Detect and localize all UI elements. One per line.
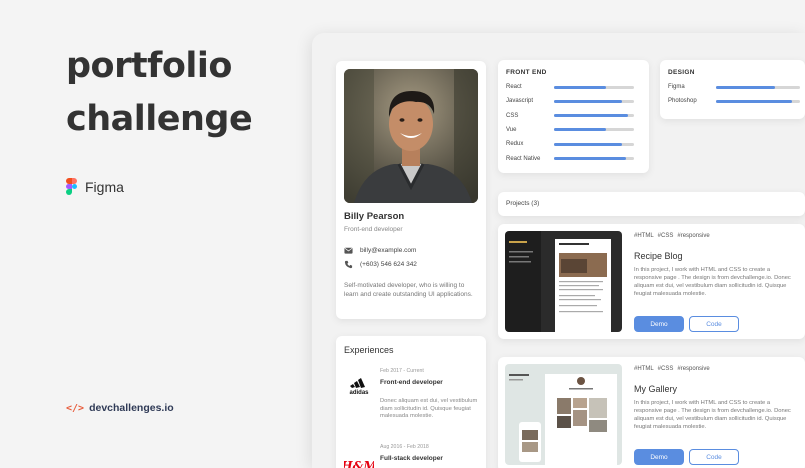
skill-bar — [554, 157, 634, 160]
projects-count: Projects (3) — [506, 200, 540, 207]
project-card: #HTML #CSS #responsive Recipe Blog In th… — [498, 224, 805, 339]
skill-bar-fill — [554, 114, 628, 118]
skill-bar — [554, 128, 634, 132]
tool-label: Figma — [66, 178, 124, 195]
project-description: In this project, I work with HTML and CS… — [634, 400, 791, 430]
portfolio-screen: Billy Pearson Front-end developer billy@… — [312, 33, 805, 468]
brand-link[interactable]: </> devchallenges.io — [66, 402, 174, 414]
project-thumbnail — [505, 364, 622, 465]
project-thumbnail — [505, 231, 622, 332]
profile-name: Billy Pearson — [344, 211, 405, 222]
front-end-skill-row: Vue — [506, 127, 634, 133]
design-skill-row: Figma — [668, 84, 800, 90]
front-end-skills-card: FRONT END React Javascript CSS Vue Redux Reac… — [498, 60, 649, 173]
profile-email[interactable]: billy@example.com — [344, 246, 416, 255]
front-end-skill-row: Redux — [506, 141, 634, 147]
skill-label: Vue — [506, 126, 517, 133]
design-skills-card: DESIGN Figma Photoshop — [660, 60, 805, 119]
project-tag[interactable]: #CSS — [658, 366, 674, 372]
skill-bar-fill — [554, 142, 622, 146]
hm-logo: H&M — [340, 456, 377, 468]
skill-bar-fill — [716, 99, 792, 103]
code-icon: </> — [66, 402, 85, 414]
skill-bar — [554, 85, 634, 89]
skill-bar-fill — [554, 157, 626, 160]
skill-bar — [716, 99, 800, 103]
code-button[interactable]: Code — [689, 449, 739, 465]
skill-label: Redux — [506, 141, 524, 148]
front-end-skill-row: Javascript — [506, 98, 634, 104]
skill-label: Photoshop — [668, 98, 697, 104]
tool-name: Figma — [85, 178, 124, 195]
demo-button[interactable]: Demo — [634, 449, 684, 465]
hm-wordmark: H&M — [344, 459, 374, 468]
brand-name: devchallenges.io — [89, 402, 174, 414]
promo-title-line-2: challenge — [66, 99, 253, 139]
design-heading: DESIGN — [668, 69, 695, 76]
figma-icon — [66, 178, 77, 195]
project-tags: #HTML #CSS #responsive — [634, 233, 710, 239]
project-title: My Gallery — [634, 384, 678, 394]
experiences-card: Experiences adidas Feb 2017 - Current Fr… — [336, 336, 486, 468]
experiences-heading: Experiences — [344, 345, 394, 355]
adidas-wordmark: adidas — [349, 390, 369, 396]
design-skill-row: Photoshop — [668, 98, 800, 104]
front-end-skill-row: React — [506, 84, 634, 90]
skill-bar-fill — [554, 128, 606, 132]
skill-bar — [716, 85, 800, 89]
experience-description: Donec aliquam est dui, vel vestibulum di… — [380, 398, 478, 419]
experience-title: Front-end developer — [380, 379, 443, 386]
project-card: #HTML #CSS #responsive My Gallery In thi… — [498, 357, 805, 468]
front-end-skill-row: CSS — [506, 113, 634, 119]
skill-label: React — [506, 84, 522, 90]
code-button[interactable]: Code — [689, 316, 739, 332]
experience-date: Aug 2016 - Feb 2018 — [380, 444, 429, 450]
skill-label: Figma — [668, 84, 685, 90]
project-description: In this project, I work with HTML and CS… — [634, 267, 791, 297]
promo-title: portfolio challenge — [66, 40, 253, 146]
profile-card: Billy Pearson Front-end developer billy@… — [336, 61, 486, 319]
front-end-skill-row: React Native — [506, 156, 634, 162]
skill-bar — [554, 99, 634, 103]
experience-title: Full-stack developer — [380, 455, 443, 462]
project-tag[interactable]: #CSS — [658, 233, 674, 239]
experience-date: Feb 2017 - Current — [380, 368, 424, 374]
skill-label: CSS — [506, 112, 519, 119]
demo-button[interactable]: Demo — [634, 316, 684, 332]
project-title: Recipe Blog — [634, 251, 683, 261]
profile-phone[interactable]: (+603) 546 624 342 — [344, 260, 417, 269]
skill-label: React Native — [506, 155, 541, 162]
project-tag[interactable]: #responsive — [677, 233, 709, 239]
projects-header: Projects (3) — [498, 192, 805, 216]
profile-bio: Self-motivated developer, who is willing… — [344, 282, 473, 298]
profile-role: Front-end developer — [344, 226, 403, 233]
skill-bar-fill — [554, 99, 622, 103]
skill-bar — [554, 114, 634, 118]
project-tag[interactable]: #HTML — [634, 233, 654, 239]
adidas-logo: adidas — [344, 376, 374, 396]
project-tag[interactable]: #HTML — [634, 366, 654, 372]
phone-icon — [344, 260, 353, 269]
skill-bar-fill — [554, 85, 606, 89]
skill-label: Javascript — [506, 98, 534, 105]
project-tags: #HTML #CSS #responsive — [634, 366, 710, 372]
profile-photo — [344, 69, 478, 203]
profile-phone-text: (+603) 546 624 342 — [360, 261, 417, 268]
skill-bar — [554, 142, 634, 146]
profile-email-text: billy@example.com — [360, 247, 417, 254]
mail-icon — [344, 247, 353, 254]
promo-title-line-1: portfolio — [66, 46, 232, 86]
skill-bar-fill — [716, 85, 775, 89]
front-end-heading: FRONT END — [506, 69, 547, 76]
project-tag[interactable]: #responsive — [677, 366, 709, 372]
